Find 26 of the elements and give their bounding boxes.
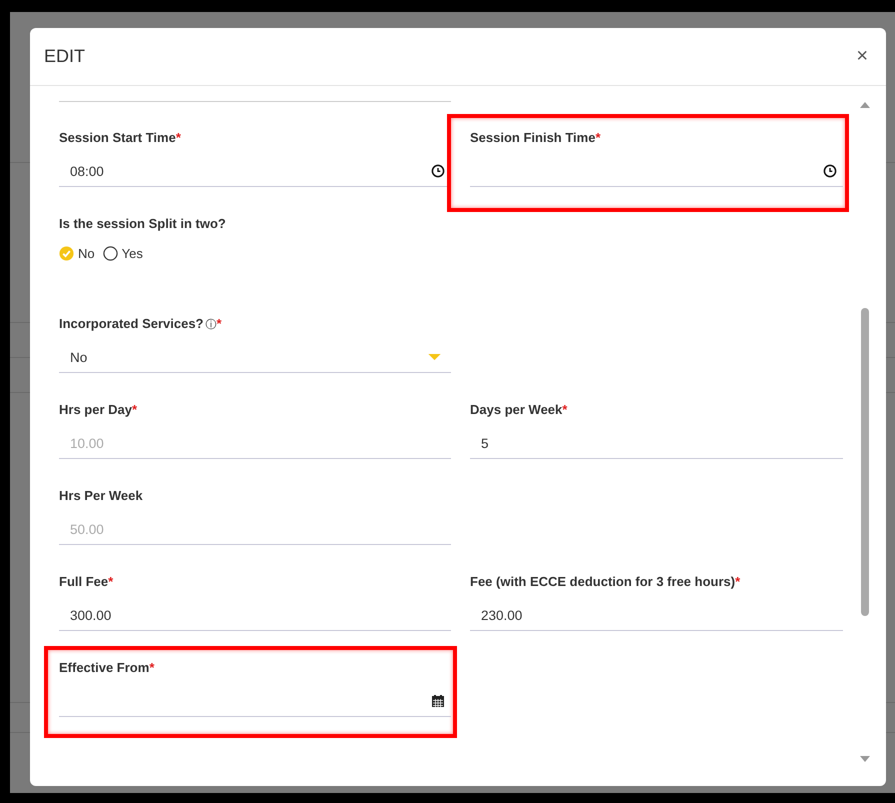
close-button[interactable]: × <box>852 45 872 68</box>
input-field[interactable]: 300.00 <box>59 600 451 631</box>
field-label: Session Start Time* <box>59 130 182 147</box>
dialog-title: EDIT <box>44 46 86 67</box>
field-label: Hrs per Day* <box>59 402 138 419</box>
time-field[interactable]: 08:00 <box>59 156 451 187</box>
field-label: Effective From* <box>59 660 156 677</box>
radio-option[interactable]: Yes <box>102 246 143 261</box>
select-field[interactable]: No <box>59 342 451 373</box>
caret-icon <box>428 354 441 360</box>
field-label: Hrs Per Week <box>59 488 144 505</box>
input-field[interactable]: 230.00 <box>470 600 843 631</box>
radio-option[interactable]: No <box>59 246 95 261</box>
field-label: Fee (with ECCE deduction for 3 free hours)* <box>470 574 742 591</box>
scroll-up-icon[interactable] <box>860 102 870 108</box>
field-label: Full Fee* <box>59 574 114 591</box>
input-field[interactable]: 5 <box>470 428 843 459</box>
calendar-icon <box>431 694 445 708</box>
scroll-down-icon[interactable] <box>860 756 870 762</box>
field-label: Days per Week* <box>470 402 568 419</box>
field-label: Incorporated Services?ⓘ* <box>59 316 223 333</box>
field-label: Is the session Split in two? <box>59 216 226 233</box>
clock-icon <box>823 164 837 178</box>
clock-icon <box>431 164 445 178</box>
scrollbar-thumb[interactable] <box>861 308 869 616</box>
field-label: Session Finish Time* <box>470 130 602 147</box>
